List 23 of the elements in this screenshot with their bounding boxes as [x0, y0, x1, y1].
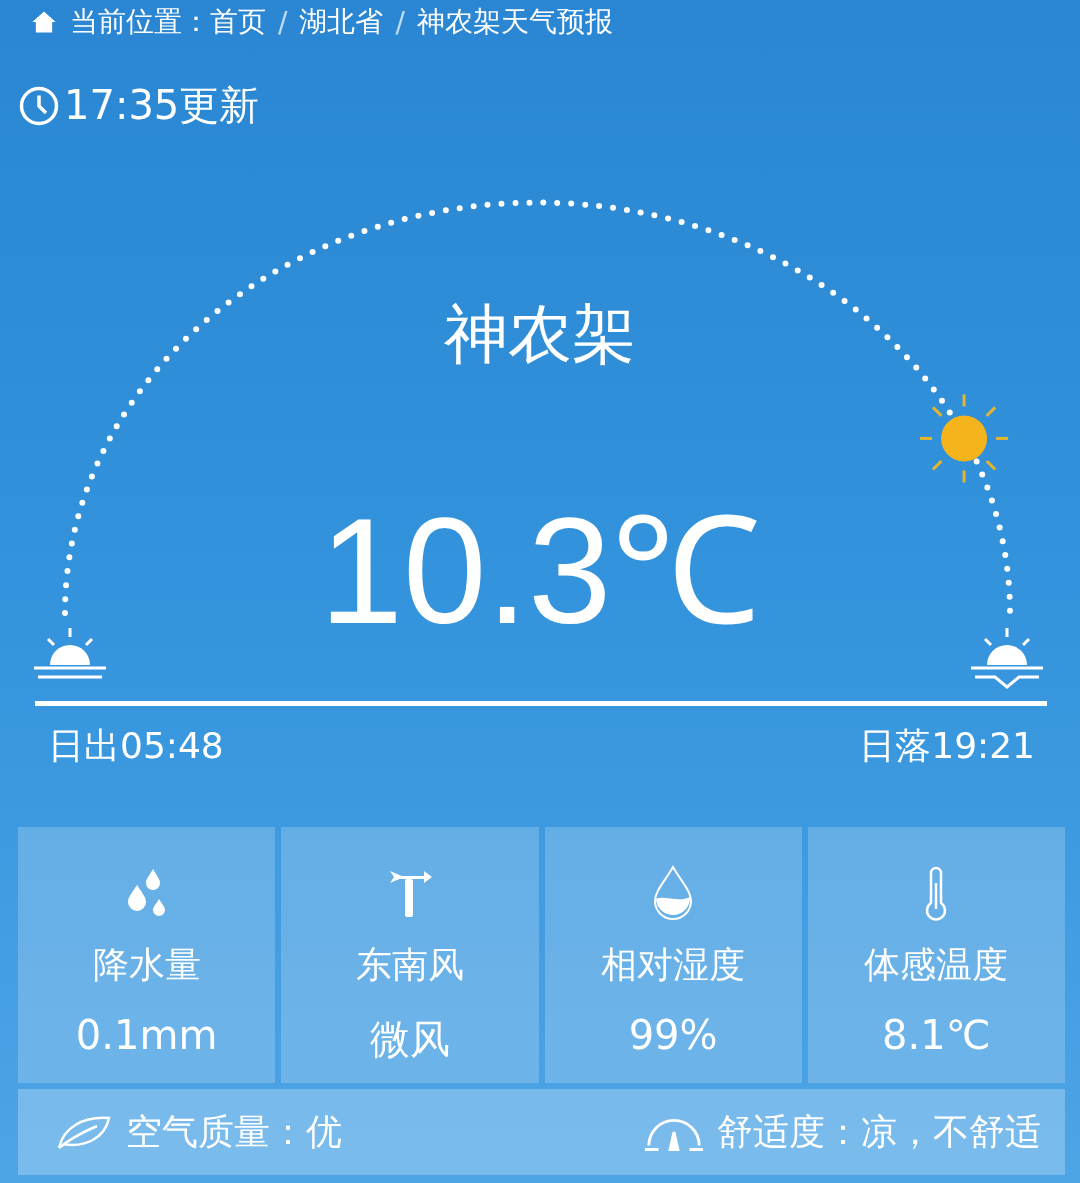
- temperature: 10.3℃: [319, 496, 761, 646]
- clock-icon: [18, 84, 60, 127]
- metric-label: 降水量: [92, 943, 201, 987]
- breadcrumb-link[interactable]: 湖北省: [299, 3, 384, 41]
- metric-value: 8.1℃: [882, 1012, 991, 1058]
- metric-value: 99%: [628, 1012, 718, 1058]
- breadcrumb-separator: /: [395, 5, 405, 39]
- metric-label: 东南风: [355, 943, 464, 987]
- sunrise-icon: [34, 628, 106, 679]
- breadcrumb-separator: /: [278, 5, 288, 39]
- sunset-icon: [971, 628, 1043, 689]
- metric-label: 相对湿度: [601, 943, 746, 987]
- sunset-time: 日落19:21: [859, 724, 1035, 768]
- comfort-level: 舒适度：凉，不舒适: [717, 1109, 1041, 1154]
- metric-value: 0.1mm: [75, 1012, 218, 1058]
- sunrise-time: 日出05:48: [48, 724, 224, 768]
- update-time: 17:35更新: [64, 81, 260, 130]
- metric-label: 体感温度: [864, 943, 1009, 987]
- breadcrumb-link[interactable]: 当前位置：首页: [70, 3, 266, 41]
- city-name: 神农架: [444, 296, 636, 373]
- breadcrumb-link[interactable]: 神农架天气预报: [416, 3, 613, 41]
- metric-value: 微风: [369, 1015, 450, 1064]
- air-quality: 空气质量：优: [126, 1109, 342, 1154]
